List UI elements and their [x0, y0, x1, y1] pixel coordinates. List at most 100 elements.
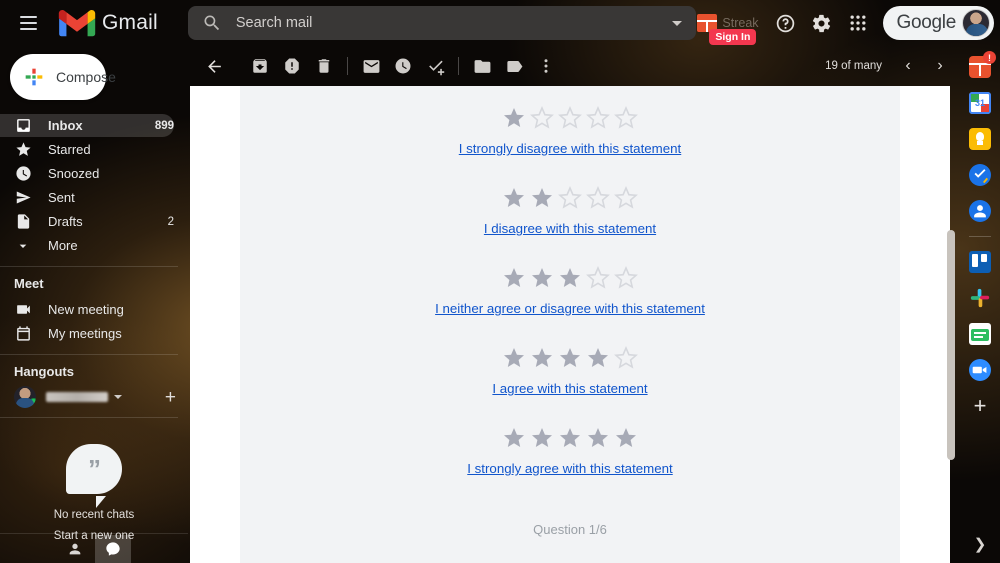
meet-section-title: Meet — [14, 276, 44, 291]
rating-statement-link[interactable]: I neither agree or disagree with this st… — [435, 301, 705, 316]
trello-icon[interactable] — [969, 251, 991, 273]
chevron-right-icon[interactable]: › — [926, 52, 954, 80]
star-filled-icon[interactable] — [502, 186, 526, 215]
rating-row: I neither agree or disagree with this st… — [240, 260, 900, 318]
star-filled-icon[interactable] — [502, 346, 526, 375]
mark-unread-icon[interactable] — [355, 50, 387, 82]
star-filled-icon[interactable] — [558, 426, 582, 455]
sidebar-item-label: Snoozed — [48, 166, 100, 181]
star-filled-icon[interactable] — [530, 346, 554, 375]
snooze-icon[interactable] — [387, 50, 419, 82]
hangouts-user-row[interactable]: + — [0, 386, 188, 408]
contacts-icon[interactable] — [969, 200, 991, 222]
sidebar-item-sent[interactable]: Sent — [0, 186, 174, 209]
search-input[interactable] — [235, 15, 672, 31]
star-empty-icon[interactable] — [586, 105, 610, 135]
inbox-icon — [14, 117, 32, 135]
star-filled-icon[interactable] — [586, 346, 610, 375]
star-filled-icon[interactable] — [502, 106, 526, 135]
rating-statement-link[interactable]: I strongly agree with this statement — [467, 461, 672, 476]
star-filled-icon[interactable] — [530, 426, 554, 455]
chevron-down-icon[interactable] — [114, 395, 122, 399]
star-empty-icon[interactable] — [586, 185, 610, 215]
star-rating-5[interactable] — [240, 426, 900, 455]
gear-icon[interactable] — [805, 6, 839, 40]
star-rating-4[interactable] — [240, 345, 900, 375]
star-empty-icon[interactable] — [614, 345, 638, 375]
streak-icon[interactable]: ! — [969, 51, 996, 78]
sidebar-item-more[interactable]: More — [0, 234, 174, 257]
chevron-down-icon[interactable] — [671, 20, 682, 26]
plus-icon[interactable]: + — [165, 388, 176, 407]
star-rating-2[interactable] — [240, 185, 900, 215]
sidebar-bottom-bar — [0, 533, 188, 563]
sidebar-item-starred[interactable]: Starred — [0, 138, 174, 161]
apps-grid-icon[interactable] — [841, 6, 875, 40]
star-empty-icon[interactable] — [558, 185, 582, 215]
star-empty-icon[interactable] — [586, 265, 610, 295]
report-spam-icon[interactable] — [276, 50, 308, 82]
compose-button[interactable]: Compose — [10, 54, 116, 100]
sidebar-item-new-meeting[interactable]: New meeting — [0, 298, 174, 321]
chevron-left-icon[interactable]: ‹ — [894, 52, 922, 80]
sidebar-item-label: Inbox — [48, 118, 83, 133]
notification-badge: ! — [983, 51, 996, 64]
more-options-icon[interactable] — [530, 50, 562, 82]
star-empty-icon[interactable] — [530, 105, 554, 135]
rating-statement-link[interactable]: I agree with this statement — [492, 381, 647, 396]
star-rating-3[interactable] — [240, 265, 900, 295]
evernote-icon[interactable] — [969, 323, 991, 345]
star-filled-icon[interactable] — [586, 426, 610, 455]
star-filled-icon[interactable] — [502, 426, 526, 455]
zoom-icon[interactable] — [969, 359, 991, 381]
plus-icon[interactable]: + — [974, 395, 987, 417]
calendar-icon[interactable]: 31 — [969, 92, 991, 114]
back-arrow-icon[interactable] — [198, 50, 230, 82]
star-filled-icon[interactable] — [614, 426, 638, 455]
divider — [969, 236, 991, 237]
sidebar-item-my-meetings[interactable]: My meetings — [0, 322, 174, 345]
labels-icon[interactable] — [498, 50, 530, 82]
avatar[interactable] — [14, 386, 36, 408]
star-empty-icon[interactable] — [614, 105, 638, 135]
streak-signin-chip[interactable]: Streak Sign In — [697, 14, 759, 45]
star-empty-icon[interactable] — [614, 265, 638, 295]
sidebar: Compose Inbox 899 Starred Snoozed Sent D… — [0, 46, 188, 563]
account-chip[interactable]: Google — [882, 6, 994, 40]
star-filled-icon[interactable] — [502, 266, 526, 295]
rating-statement-link[interactable]: I strongly disagree with this statement — [459, 141, 681, 156]
hamburger-icon[interactable] — [8, 3, 48, 43]
tasks-icon[interactable] — [969, 164, 991, 186]
sign-in-badge[interactable]: Sign In — [709, 29, 757, 45]
pager: 19 of many ‹ › — [825, 52, 960, 80]
avatar[interactable] — [962, 9, 990, 37]
keep-icon[interactable] — [969, 128, 991, 150]
star-empty-icon[interactable] — [614, 185, 638, 215]
archive-icon[interactable] — [244, 50, 276, 82]
sidebar-item-snoozed[interactable]: Snoozed — [0, 162, 174, 185]
star-filled-icon[interactable] — [558, 346, 582, 375]
star-empty-icon[interactable] — [558, 105, 582, 135]
search-bar[interactable] — [187, 6, 696, 40]
sidebar-item-drafts[interactable]: Drafts 2 — [0, 210, 174, 233]
rating-row: I strongly agree with this statement — [240, 420, 900, 478]
plus-icon — [25, 68, 43, 86]
star-filled-icon[interactable] — [558, 266, 582, 295]
help-icon[interactable] — [769, 6, 803, 40]
slack-icon[interactable] — [969, 287, 991, 309]
star-filled-icon[interactable] — [530, 266, 554, 295]
contacts-icon[interactable] — [57, 535, 93, 563]
add-to-tasks-icon[interactable] — [419, 50, 451, 82]
chevron-right-icon[interactable]: ❯ — [974, 535, 987, 553]
move-to-icon[interactable] — [466, 50, 498, 82]
sidebar-item-inbox[interactable]: Inbox 899 — [0, 114, 174, 137]
chat-icon[interactable] — [95, 534, 131, 563]
brand: Gmail — [58, 9, 158, 37]
star-rating-1[interactable] — [240, 105, 900, 135]
top-bar: Gmail Streak Sign In — [0, 0, 1000, 46]
delete-icon[interactable] — [308, 50, 340, 82]
scrollbar-thumb[interactable] — [947, 230, 955, 460]
star-filled-icon[interactable] — [530, 186, 554, 215]
draft-icon — [14, 213, 32, 231]
rating-statement-link[interactable]: I disagree with this statement — [484, 221, 656, 236]
